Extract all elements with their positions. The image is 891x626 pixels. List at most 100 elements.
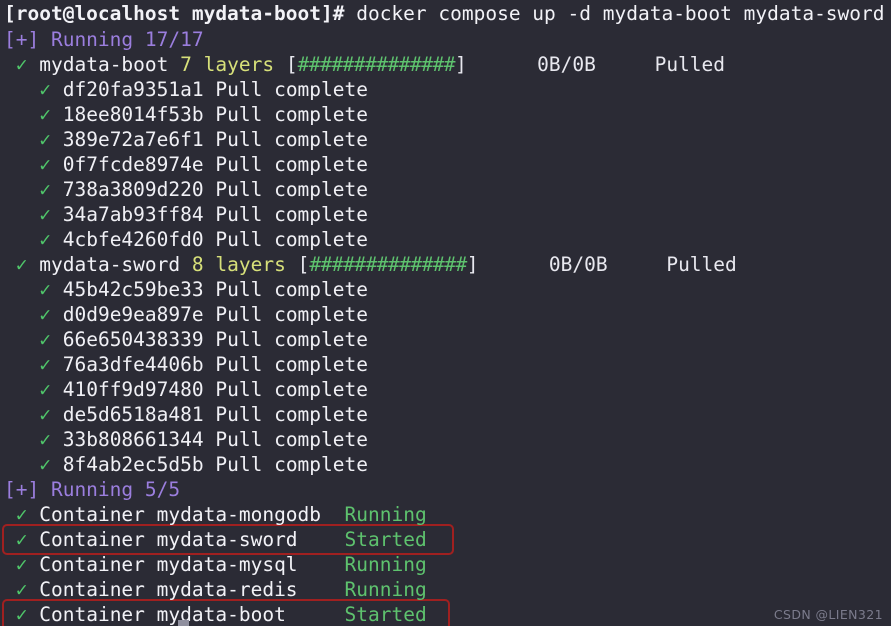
gap-status <box>596 53 655 76</box>
layers-label: layers <box>203 53 275 76</box>
layer-status: Pull complete <box>215 78 368 101</box>
gap-status <box>608 253 667 276</box>
command-prompt-line: [root@localhost mydata-boot]# docker com… <box>0 0 891 27</box>
watermark: CSDN @LIEN321 <box>773 607 883 622</box>
layer-row: ✓ 45b42c59be33 Pull complete <box>0 277 891 302</box>
container-status: Started <box>344 528 427 551</box>
terminal-cursor <box>178 620 189 626</box>
layer-row: ✓ 410ff9d97480 Pull complete <box>0 377 891 402</box>
container-label: Container <box>39 603 145 626</box>
check-icon: ✓ <box>39 128 51 151</box>
check-icon: ✓ <box>39 453 51 476</box>
pull-progress-label: [+] Running 17/17 <box>4 28 204 51</box>
layer-row: ✓ 8f4ab2ec5d5b Pull complete <box>0 452 891 477</box>
layer-status: Pull complete <box>215 203 368 226</box>
check-icon: ✓ <box>39 78 51 101</box>
progress-bar-fill: ############## <box>309 253 467 276</box>
check-icon: ✓ <box>15 503 28 526</box>
run-progress-label: [+] Running 5/5 <box>4 478 181 501</box>
layer-status: Pull complete <box>215 128 368 151</box>
transfer-size: 0B/0B <box>548 253 608 276</box>
check-icon: ✓ <box>39 303 51 326</box>
service-summary-row: ✓ mydata-boot 7 layers [##############] … <box>0 52 891 77</box>
layer-id: df20fa9351a1 <box>62 78 204 101</box>
check-icon: ✓ <box>39 153 51 176</box>
check-icon: ✓ <box>15 553 28 576</box>
progress-bar-open-bracket: [ <box>297 253 310 276</box>
check-icon: ✓ <box>39 178 51 201</box>
layer-id: 4cbfe4260fd0 <box>62 228 204 251</box>
layer-status: Pull complete <box>215 178 368 201</box>
check-icon: ✓ <box>15 603 28 626</box>
container-status: Started <box>344 603 427 626</box>
layer-status: Pull complete <box>215 428 368 451</box>
pull-status: Pulled <box>654 53 726 76</box>
check-icon: ✓ <box>39 203 51 226</box>
container-name: mydata-mysql <box>156 553 298 576</box>
layer-id: 66e650438339 <box>62 328 204 351</box>
container-row: ✓ Container mydata-mysql Running <box>0 552 891 577</box>
container-status: Running <box>344 553 427 576</box>
check-icon: ✓ <box>39 103 51 126</box>
container-label: Container <box>39 553 145 576</box>
layer-status: Pull complete <box>215 353 368 376</box>
pull-status: Pulled <box>666 253 737 276</box>
layer-status: Pull complete <box>215 228 368 251</box>
check-icon: ✓ <box>39 403 51 426</box>
layer-id: d0d9e9ea897e <box>62 303 204 326</box>
container-name: mydata-redis <box>156 578 298 601</box>
layer-status: Pull complete <box>215 403 368 426</box>
progress-bar-close-bracket: ] <box>454 53 467 76</box>
container-status: Running <box>344 503 427 526</box>
layer-id: 410ff9d97480 <box>62 378 204 401</box>
layer-id: 76a3dfe4406b <box>62 353 204 376</box>
layer-id: 8f4ab2ec5d5b <box>62 453 204 476</box>
container-label: Container <box>39 503 145 526</box>
service-summary-row: ✓ mydata-sword 8 layers [##############]… <box>0 252 891 277</box>
layer-status: Pull complete <box>215 378 368 401</box>
check-icon: ✓ <box>15 528 28 551</box>
container-name: mydata-mongodb <box>156 503 322 526</box>
layer-row: ✓ d0d9e9ea897e Pull complete <box>0 302 891 327</box>
layer-id: 34a7ab93ff84 <box>62 203 204 226</box>
layer-row: ✓ 18ee8014f53b Pull complete <box>0 102 891 127</box>
check-icon: ✓ <box>39 353 51 376</box>
layer-id: 18ee8014f53b <box>62 103 204 126</box>
container-name: mydata-sword <box>156 528 298 551</box>
layer-row: ✓ df20fa9351a1 Pull complete <box>0 77 891 102</box>
layer-row: ✓ 0f7fcde8974e Pull complete <box>0 152 891 177</box>
transfer-size: 0B/0B <box>537 53 596 76</box>
layer-status: Pull complete <box>215 303 368 326</box>
container-row: ✓ Container mydata-boot Started <box>0 602 891 626</box>
layer-row: ✓ 389e72a7e6f1 Pull complete <box>0 127 891 152</box>
pull-phase-header: [+] Running 17/17 <box>0 27 891 52</box>
layer-id: 389e72a7e6f1 <box>62 128 204 151</box>
layer-row: ✓ 34a7ab93ff84 Pull complete <box>0 202 891 227</box>
check-icon: ✓ <box>39 328 51 351</box>
check-icon: ✓ <box>39 378 51 401</box>
container-row: ✓ Container mydata-sword Started <box>0 527 891 552</box>
layer-id: de5d6518a481 <box>62 403 204 426</box>
container-status: Running <box>344 578 427 601</box>
layer-row: ✓ 76a3dfe4406b Pull complete <box>0 352 891 377</box>
layer-row: ✓ 738a3809d220 Pull complete <box>0 177 891 202</box>
check-icon: ✓ <box>15 253 28 276</box>
check-icon: ✓ <box>39 228 51 251</box>
layer-count: 7 <box>180 53 192 76</box>
layer-id: 33b808661344 <box>62 428 204 451</box>
shell-command: docker compose up -d mydata-boot mydata-… <box>344 2 885 25</box>
service-name: mydata-sword <box>39 253 181 276</box>
progress-bar-close-bracket: ] <box>466 253 479 276</box>
layer-id: 45b42c59be33 <box>62 278 204 301</box>
layer-row: ✓ de5d6518a481 Pull complete <box>0 402 891 427</box>
terminal-window[interactable]: [root@localhost mydata-boot]# docker com… <box>0 0 891 626</box>
layer-status: Pull complete <box>215 328 368 351</box>
layer-row: ✓ 66e650438339 Pull complete <box>0 327 891 352</box>
progress-bar-fill: ############## <box>297 53 456 76</box>
layer-row: ✓ 33b808661344 Pull complete <box>0 427 891 452</box>
container-row: ✓ Container mydata-redis Running <box>0 577 891 602</box>
